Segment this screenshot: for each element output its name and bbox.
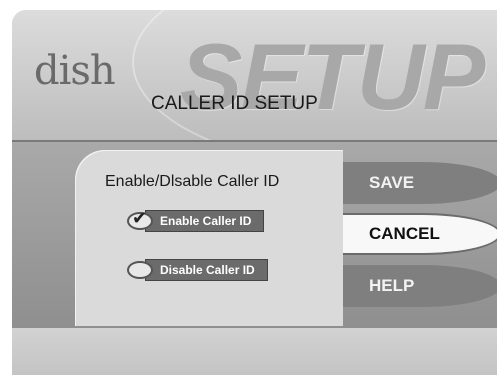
- help-button[interactable]: HELP: [343, 265, 497, 307]
- disable-caller-id-option[interactable]: Disable Caller ID: [127, 259, 268, 281]
- radio-oval-icon: [127, 261, 153, 279]
- checkmark-icon: ✔: [132, 208, 148, 228]
- enable-caller-id-option[interactable]: ✔ Enable Caller ID: [127, 208, 265, 232]
- panel-title: Enable/Dlsable Caller ID: [105, 173, 280, 190]
- header: dish SETUP CALLER ID SETUP: [12, 10, 497, 174]
- dish-logo: dish: [34, 48, 116, 94]
- footer-band: [12, 328, 497, 375]
- setup-screen: dish SETUP CALLER ID SETUP Enable/Dlsabl…: [12, 10, 497, 375]
- caller-id-panel: Enable/Dlsable Caller ID ✔ Enable Caller…: [75, 150, 343, 326]
- cancel-button[interactable]: CANCEL: [343, 213, 497, 255]
- disable-caller-id-label: Disable Caller ID: [145, 259, 268, 281]
- save-button[interactable]: SAVE: [343, 162, 497, 204]
- radio-oval-icon: ✔: [127, 208, 153, 230]
- page-title: CALLER ID SETUP: [151, 93, 318, 114]
- enable-caller-id-label: Enable Caller ID: [145, 210, 265, 232]
